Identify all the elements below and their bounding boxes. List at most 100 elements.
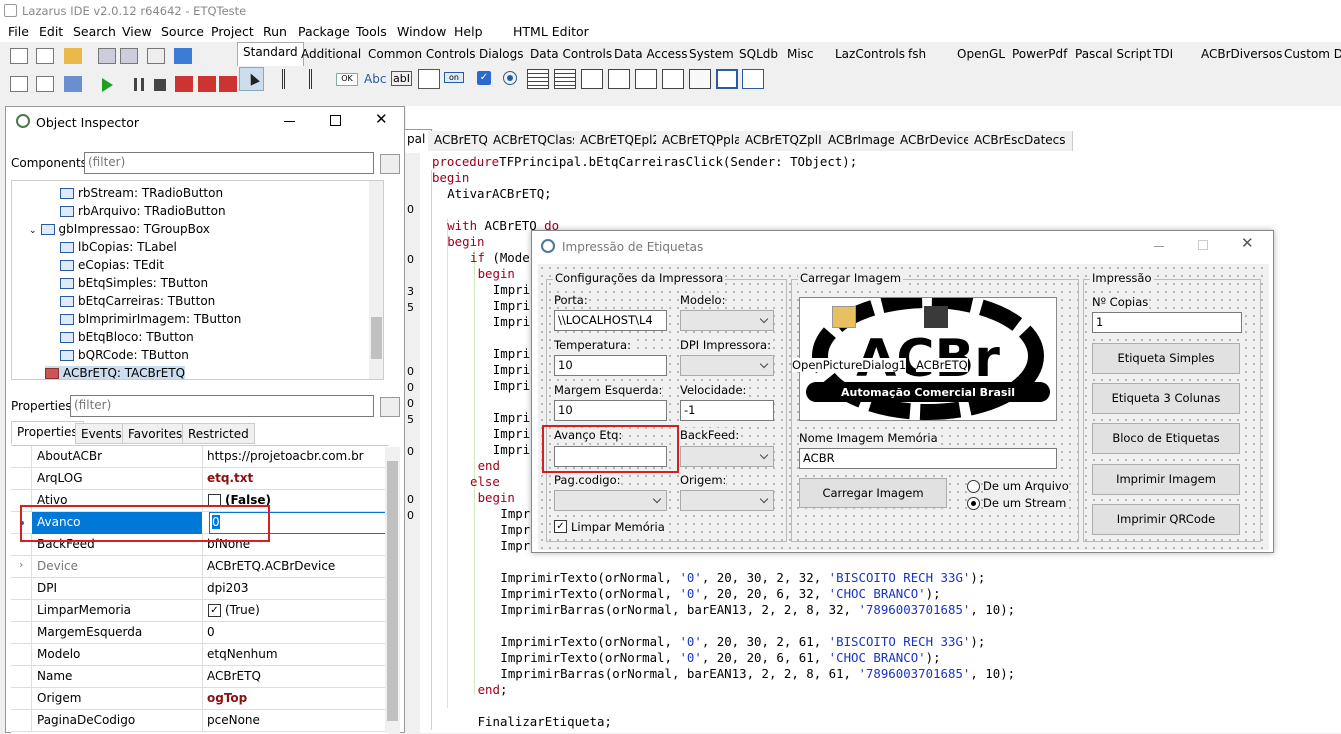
code-line[interactable]: ImprimirBarras(orNormal, barEAN13, 2, 2,… xyxy=(500,666,1015,681)
code-line[interactable]: else xyxy=(470,474,500,489)
porta-combo[interactable]: \\LOCALHOST\L4 xyxy=(554,310,667,331)
code-line[interactable]: FinalizarEtiqueta; xyxy=(478,714,612,729)
tree-item[interactable]: bQRCode: TButton xyxy=(60,348,189,366)
menu-source[interactable]: Source xyxy=(161,24,204,39)
selection-pointer-icon[interactable] xyxy=(239,67,264,91)
code-line[interactable]: Impri xyxy=(493,314,530,329)
editor-tab-acbretqepl2[interactable]: ACBrETQEpl2 xyxy=(574,131,668,151)
limpar-checkbox-icon[interactable]: ✓ xyxy=(208,604,221,617)
step-over-icon[interactable] xyxy=(198,76,216,92)
tab-tdi[interactable]: TDI xyxy=(1148,45,1178,65)
code-line[interactable]: ImprimirTexto(orNormal, '0', 20, 20, 6, … xyxy=(500,586,940,601)
tab-sqldb[interactable]: SQLdb xyxy=(734,45,783,65)
property-row[interactable]: Modelo etqNenhum xyxy=(11,644,389,666)
clear-filter-icon[interactable] xyxy=(380,154,400,174)
properties-filter-input[interactable]: (filter) xyxy=(70,395,374,417)
code-line[interactable]: end; xyxy=(478,682,508,697)
component-tree[interactable]: rbStream: TRadioButton rbArquivo: TRadio… xyxy=(11,180,384,380)
close-icon[interactable]: ✕ xyxy=(375,110,388,128)
tab-misc[interactable]: Misc xyxy=(782,45,819,65)
editor-tab-acbretqppla[interactable]: ACBrETQPpla xyxy=(656,131,749,151)
tab-custom-dr[interactable]: Custom Dr xyxy=(1279,45,1341,65)
code-line[interactable]: ImprimirTexto(orNormal, '0', 20, 20, 6, … xyxy=(500,650,940,665)
form-close-icon[interactable]: ✕ xyxy=(1241,234,1254,252)
form-minimize-icon[interactable] xyxy=(1154,246,1164,247)
property-row[interactable]: Origem ogTop xyxy=(11,688,389,710)
stop-icon[interactable] xyxy=(154,79,166,91)
view-forms-icon[interactable] xyxy=(36,76,54,92)
menu-project[interactable]: Project xyxy=(211,24,254,39)
tree-item[interactable]: ⌄ gbImpressao: TGroupBox xyxy=(29,222,210,240)
new-form-icon[interactable] xyxy=(36,48,54,64)
temperatura-input[interactable]: 10 xyxy=(554,355,667,376)
pause-icon[interactable] xyxy=(134,78,144,91)
copias-input[interactable]: 1 xyxy=(1092,312,1242,333)
code-line[interactable]: ImprimirBarras(orNormal, barEAN13, 2, 2,… xyxy=(500,602,1015,617)
view-units-icon[interactable] xyxy=(10,76,28,92)
open-picture-dialog-icon[interactable] xyxy=(832,306,856,328)
tab-additional[interactable]: Additional xyxy=(296,45,366,65)
velocidade-input[interactable]: -1 xyxy=(680,400,774,421)
monitor-icon[interactable] xyxy=(174,48,192,64)
frame-icon[interactable] xyxy=(716,69,738,89)
menu-help[interactable]: Help xyxy=(454,24,483,39)
backfeed-combo[interactable] xyxy=(680,446,774,467)
carregar-imagem-button[interactable]: Carregar Imagem xyxy=(799,478,947,508)
editor-tab-acbrescdatecs[interactable]: ACBrEscDatecs xyxy=(968,131,1073,151)
tab-properties[interactable]: Properties xyxy=(11,421,84,444)
editor-tab-acbrimage[interactable]: ACBrImage xyxy=(822,131,903,151)
checkgroup-icon[interactable] xyxy=(662,69,684,89)
tree-item[interactable]: bEtqBloco: TButton xyxy=(60,330,194,348)
listbox-icon[interactable] xyxy=(527,69,549,89)
tab-opengl[interactable]: OpenGL xyxy=(952,45,1010,65)
main-menu-icon[interactable] xyxy=(282,69,304,89)
menu-file[interactable]: File xyxy=(8,24,29,39)
property-grid[interactable]: AboutACBr https://projetoacbr.com.br ArqL… xyxy=(11,445,389,734)
code-line[interactable]: AtivarACBrETQ; xyxy=(447,186,551,201)
pagcodigo-combo[interactable] xyxy=(554,490,667,511)
tree-item-selected[interactable]: ACBrETQ: TACBrETQ xyxy=(45,366,186,379)
panel-icon[interactable] xyxy=(689,69,711,89)
limpar-memoria-checkbox[interactable]: ✓ xyxy=(554,520,567,533)
tab-fsh[interactable]: fsh xyxy=(903,45,931,65)
property-row[interactable]: MargemEsquerda 0 xyxy=(11,622,389,644)
memo-icon[interactable] xyxy=(418,69,440,89)
scrollbar-icon[interactable] xyxy=(581,69,603,89)
code-line[interactable]: Impri xyxy=(493,442,530,457)
code-line[interactable]: end xyxy=(478,458,500,473)
code-line[interactable]: Impri xyxy=(493,346,530,361)
tree-item[interactable]: rbStream: TRadioButton xyxy=(60,186,223,204)
minimize-icon[interactable] xyxy=(284,121,295,122)
tree-item[interactable]: rbArquivo: TRadioButton xyxy=(60,204,226,222)
components-filter-input[interactable]: (filter) xyxy=(84,152,374,174)
tab-data-controls[interactable]: Data Controls xyxy=(525,45,617,65)
tab-favorites[interactable]: Favorites xyxy=(122,423,189,444)
tab-system[interactable]: System xyxy=(684,45,739,65)
tab-pascal-script[interactable]: Pascal Script xyxy=(1070,45,1156,65)
nome-imagem-input[interactable]: ACBR xyxy=(799,448,1057,469)
code-line[interactable]: Impri xyxy=(493,298,530,313)
editor-tab-acbretqzplii[interactable]: ACBrETQZplII xyxy=(739,131,833,151)
actionlist-icon[interactable] xyxy=(742,69,764,89)
code-line[interactable]: begin xyxy=(432,170,469,185)
open-folder-icon[interactable] xyxy=(64,48,82,64)
radio-button-icon[interactable] xyxy=(503,71,517,85)
code-line[interactable]: begin xyxy=(478,266,515,281)
imprimir-qrcode-button[interactable]: Imprimir QRCode xyxy=(1092,504,1240,535)
tree-scrollbar[interactable] xyxy=(369,181,383,379)
code-line[interactable]: Impri xyxy=(493,362,530,377)
dpi-combo[interactable] xyxy=(680,355,774,376)
code-line[interactable]: procedureTFPrincipal.bEtqCarreirasClick(… xyxy=(432,154,857,169)
editor-tab-acbrdevice[interactable]: ACBrDevice xyxy=(894,131,978,151)
popup-menu-icon[interactable] xyxy=(309,69,331,89)
new-unit-icon[interactable] xyxy=(10,48,28,64)
tab-dialogs[interactable]: Dialogs xyxy=(474,45,528,65)
tab-data-access[interactable]: Data Access xyxy=(609,45,693,65)
etiqueta-3-colunas-button[interactable]: Etiqueta 3 Colunas xyxy=(1092,383,1240,414)
code-line[interactable]: begin xyxy=(478,490,515,505)
property-row[interactable]: › Device ACBrETQ.ACBrDevice xyxy=(11,556,389,578)
radiogroup-icon[interactable] xyxy=(635,69,657,89)
radio-stream[interactable] xyxy=(967,497,980,510)
tree-item[interactable]: bImprimirImagem: TButton xyxy=(60,312,241,330)
checkbox-icon[interactable]: ✓ xyxy=(477,71,491,85)
